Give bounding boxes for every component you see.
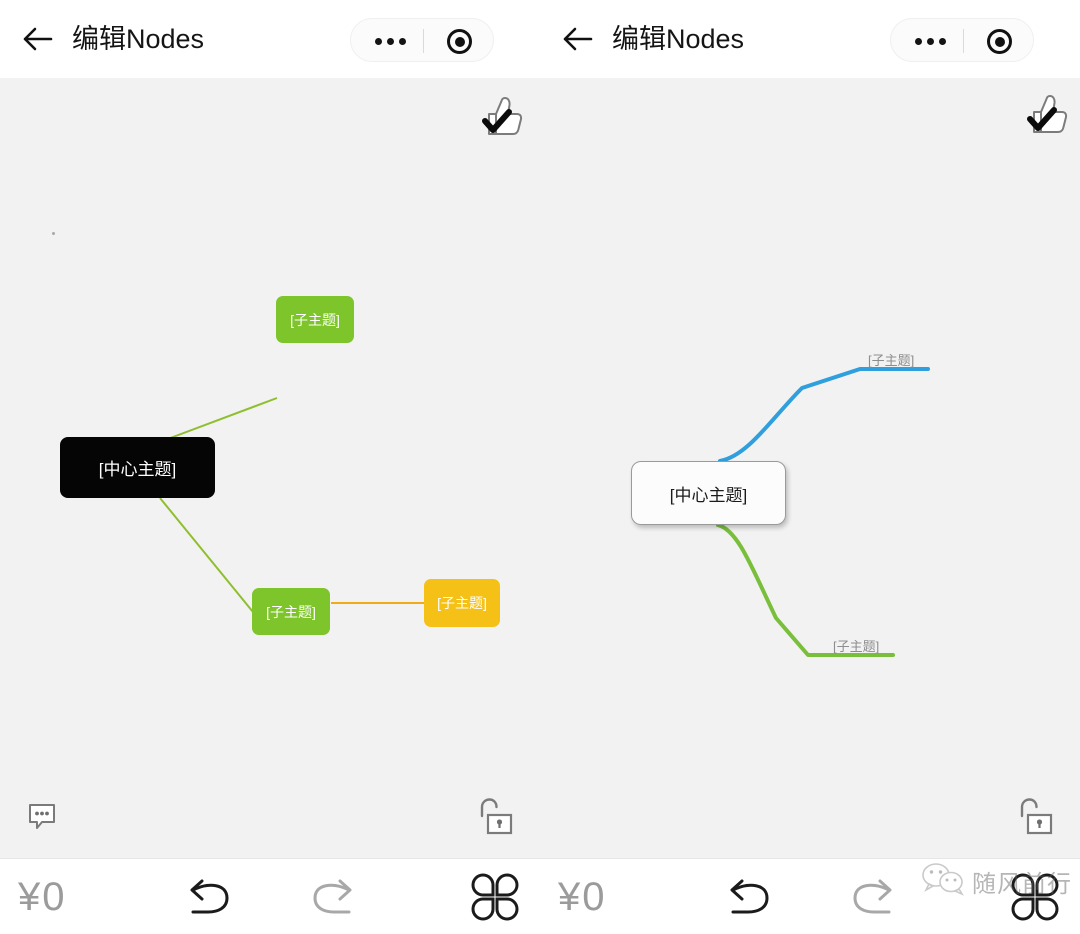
more-dots-icon[interactable] xyxy=(915,38,953,45)
undo-arrow-icon[interactable] xyxy=(183,859,239,934)
page-title: 编辑Nodes xyxy=(612,24,745,54)
mindmap-canvas-right[interactable]: [中心主题] [子主题] [子主题] xyxy=(540,78,1080,858)
node-child-green-top[interactable]: [子主题] xyxy=(276,296,354,343)
clover-grid-icon[interactable] xyxy=(469,859,521,934)
comment-dots-icon[interactable] xyxy=(26,801,58,838)
node-label: [中心主题] xyxy=(669,485,748,505)
unlocked-padlock-icon[interactable] xyxy=(474,796,514,843)
price-label: ¥0 xyxy=(558,875,607,919)
node-label: [子主题] xyxy=(266,603,316,620)
screenshot-root: 编辑Nodes [中心主题] [子主题] [子主题] [子主题] ¥0 编辑No… xyxy=(0,0,1080,934)
target-circle-icon[interactable] xyxy=(447,29,472,54)
node-child-green-bottom[interactable]: [子主题] xyxy=(252,588,330,635)
bottom-toolbar-left: ¥0 xyxy=(0,858,540,934)
node-label: [子主题] xyxy=(290,311,340,328)
redo-arrow-icon[interactable] xyxy=(303,859,359,934)
mindmap-links-right xyxy=(716,367,930,657)
node-central-left[interactable]: [中心主题] xyxy=(60,437,215,498)
capsule-divider xyxy=(963,29,964,53)
branch-label-blue[interactable]: [子主题] xyxy=(868,350,914,369)
back-arrow-icon[interactable] xyxy=(20,22,56,56)
branch-label-green[interactable]: [子主题] xyxy=(833,636,879,655)
target-circle-icon[interactable] xyxy=(987,29,1012,54)
mindmap-canvas-left[interactable]: [中心主题] [子主题] [子主题] [子主题] xyxy=(0,78,540,858)
bottom-toolbar-right: ¥0 xyxy=(540,858,1080,934)
capsule-divider xyxy=(423,29,424,53)
page-title: 编辑Nodes xyxy=(72,24,205,54)
node-label: [子主题] xyxy=(437,595,487,611)
window-capsule-controls xyxy=(890,18,1034,62)
node-label: [中心主题] xyxy=(98,460,177,479)
phone-panel-left: 编辑Nodes [中心主题] [子主题] [子主题] [子主题] ¥0 xyxy=(0,0,540,934)
back-arrow-icon[interactable] xyxy=(560,22,596,56)
price-indicator[interactable]: ¥0 xyxy=(558,859,607,934)
app-header-left: 编辑Nodes xyxy=(0,0,540,78)
node-central-right[interactable]: [中心主题] xyxy=(631,461,786,525)
node-child-yellow[interactable]: [子主题] xyxy=(424,579,500,627)
app-header-right: 编辑Nodes xyxy=(540,0,1080,78)
window-capsule-controls xyxy=(350,18,494,62)
price-indicator[interactable]: ¥0 xyxy=(18,859,67,934)
redo-arrow-icon[interactable] xyxy=(843,859,899,934)
unlocked-padlock-icon[interactable] xyxy=(1014,796,1054,843)
price-label: ¥0 xyxy=(18,875,67,919)
phone-panel-right: 编辑Nodes [中心主题] [子主题] [子主题] ¥0 xyxy=(540,0,1080,934)
clover-grid-icon[interactable] xyxy=(1009,859,1061,934)
undo-arrow-icon[interactable] xyxy=(723,859,779,934)
more-dots-icon[interactable] xyxy=(375,38,413,45)
